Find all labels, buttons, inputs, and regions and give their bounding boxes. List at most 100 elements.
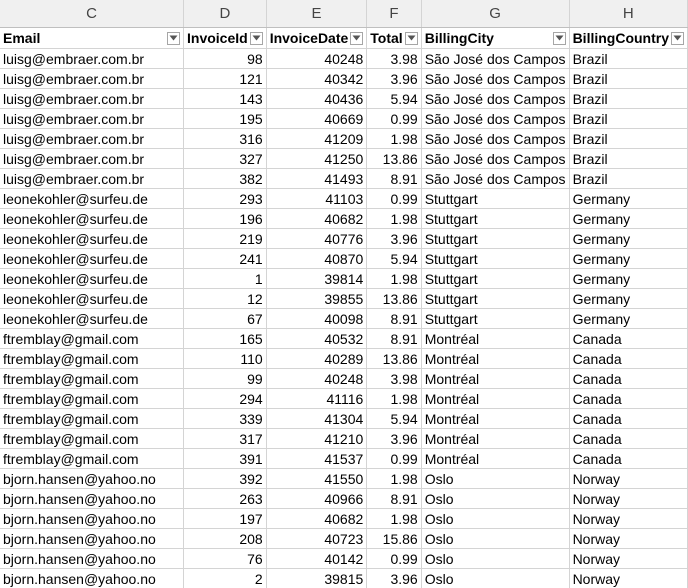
billing-country-cell[interactable]: Norway <box>569 548 688 569</box>
column-header-f[interactable]: F <box>366 0 422 28</box>
column-header-g[interactable]: G <box>421 0 570 28</box>
email-cell[interactable]: ftremblay@gmail.com <box>0 448 185 469</box>
email-cell[interactable]: leonekohler@surfeu.de <box>0 228 185 249</box>
email-cell[interactable]: bjorn.hansen@yahoo.no <box>0 568 185 588</box>
invoice-date-cell[interactable]: 39815 <box>266 568 368 588</box>
total-cell[interactable]: 3.98 <box>366 368 422 389</box>
email-cell[interactable]: luisg@embraer.com.br <box>0 168 185 189</box>
total-cell[interactable]: 1.98 <box>366 268 422 289</box>
filter-dropdown-icon[interactable] <box>167 31 181 45</box>
email-cell[interactable]: ftremblay@gmail.com <box>0 348 185 369</box>
billing-country-cell[interactable]: Germany <box>569 268 688 289</box>
invoice-id-cell[interactable]: 98 <box>183 48 267 69</box>
billing-country-cell[interactable]: Canada <box>569 408 688 429</box>
total-cell[interactable]: 1.98 <box>366 128 422 149</box>
total-cell[interactable]: 8.91 <box>366 168 422 189</box>
email-cell[interactable]: leonekohler@surfeu.de <box>0 188 185 209</box>
billing-country-cell[interactable]: Canada <box>569 428 688 449</box>
billing-country-cell[interactable]: Brazil <box>569 88 688 109</box>
billing-country-cell[interactable]: Canada <box>569 328 688 349</box>
email-cell[interactable]: ftremblay@gmail.com <box>0 408 185 429</box>
billing-city-cell[interactable]: São José dos Campos <box>421 128 570 149</box>
invoice-id-cell[interactable]: 293 <box>183 188 267 209</box>
email-cell[interactable]: luisg@embraer.com.br <box>0 128 185 149</box>
invoice-date-cell[interactable]: 41116 <box>266 388 368 409</box>
invoice-date-cell[interactable]: 41304 <box>266 408 368 429</box>
total-cell[interactable]: 1.98 <box>366 388 422 409</box>
email-cell[interactable]: luisg@embraer.com.br <box>0 68 185 89</box>
billing-country-cell[interactable]: Canada <box>569 388 688 409</box>
invoice-id-cell[interactable]: 327 <box>183 148 267 169</box>
invoice-date-cell[interactable]: 39814 <box>266 268 368 289</box>
invoice-date-cell[interactable]: 40966 <box>266 488 368 509</box>
invoice-date-cell[interactable]: 40248 <box>266 48 368 69</box>
invoice-id-cell[interactable]: 263 <box>183 488 267 509</box>
email-cell[interactable]: bjorn.hansen@yahoo.no <box>0 528 185 549</box>
invoice-date-cell[interactable]: 40870 <box>266 248 368 269</box>
total-cell[interactable]: 3.96 <box>366 428 422 449</box>
invoice-date-cell[interactable]: 41209 <box>266 128 368 149</box>
billing-city-cell[interactable]: Oslo <box>421 508 570 529</box>
billing-city-cell[interactable]: Montréal <box>421 408 570 429</box>
billing-country-cell[interactable]: Norway <box>569 508 688 529</box>
total-cell[interactable]: 3.96 <box>366 568 422 588</box>
total-cell[interactable]: 3.96 <box>366 68 422 89</box>
invoice-date-cell[interactable]: 40532 <box>266 328 368 349</box>
invoice-id-cell[interactable]: 165 <box>183 328 267 349</box>
email-cell[interactable]: luisg@embraer.com.br <box>0 148 185 169</box>
invoice-date-cell[interactable]: 41103 <box>266 188 368 209</box>
email-cell[interactable]: ftremblay@gmail.com <box>0 388 185 409</box>
billing-city-cell[interactable]: Stuttgart <box>421 208 570 229</box>
email-cell[interactable]: ftremblay@gmail.com <box>0 428 185 449</box>
total-cell[interactable]: 13.86 <box>366 288 422 309</box>
invoice-date-cell[interactable]: 40142 <box>266 548 368 569</box>
invoice-id-cell[interactable]: 76 <box>183 548 267 569</box>
field-header-billingcity[interactable]: BillingCity <box>421 27 570 49</box>
invoice-id-cell[interactable]: 294 <box>183 388 267 409</box>
invoice-date-cell[interactable]: 40436 <box>266 88 368 109</box>
invoice-date-cell[interactable]: 41537 <box>266 448 368 469</box>
billing-country-cell[interactable]: Brazil <box>569 148 688 169</box>
total-cell[interactable]: 8.91 <box>366 308 422 329</box>
total-cell[interactable]: 1.98 <box>366 468 422 489</box>
total-cell[interactable]: 5.94 <box>366 248 422 269</box>
billing-city-cell[interactable]: Stuttgart <box>421 188 570 209</box>
invoice-id-cell[interactable]: 12 <box>183 288 267 309</box>
billing-city-cell[interactable]: Montréal <box>421 428 570 449</box>
invoice-id-cell[interactable]: 208 <box>183 528 267 549</box>
total-cell[interactable]: 3.96 <box>366 228 422 249</box>
billing-country-cell[interactable]: Germany <box>569 308 688 329</box>
billing-country-cell[interactable]: Canada <box>569 448 688 469</box>
billing-city-cell[interactable]: São José dos Campos <box>421 88 570 109</box>
invoice-id-cell[interactable]: 143 <box>183 88 267 109</box>
total-cell[interactable]: 8.91 <box>366 328 422 349</box>
invoice-date-cell[interactable]: 40289 <box>266 348 368 369</box>
invoice-date-cell[interactable]: 39855 <box>266 288 368 309</box>
email-cell[interactable]: luisg@embraer.com.br <box>0 48 185 69</box>
billing-country-cell[interactable]: Canada <box>569 368 688 389</box>
invoice-date-cell[interactable]: 41250 <box>266 148 368 169</box>
billing-city-cell[interactable]: Oslo <box>421 488 570 509</box>
invoice-id-cell[interactable]: 339 <box>183 408 267 429</box>
column-header-c[interactable]: C <box>0 0 185 28</box>
email-cell[interactable]: leonekohler@surfeu.de <box>0 248 185 269</box>
email-cell[interactable]: luisg@embraer.com.br <box>0 108 185 129</box>
filter-dropdown-icon[interactable] <box>552 31 566 45</box>
invoice-date-cell[interactable]: 40682 <box>266 508 368 529</box>
total-cell[interactable]: 1.98 <box>366 208 422 229</box>
invoice-id-cell[interactable]: 195 <box>183 108 267 129</box>
invoice-id-cell[interactable]: 2 <box>183 568 267 588</box>
field-header-total[interactable]: Total <box>366 27 422 49</box>
total-cell[interactable]: 8.91 <box>366 488 422 509</box>
email-cell[interactable]: bjorn.hansen@yahoo.no <box>0 548 185 569</box>
billing-city-cell[interactable]: São José dos Campos <box>421 148 570 169</box>
filter-dropdown-icon[interactable] <box>350 31 364 45</box>
invoice-date-cell[interactable]: 40098 <box>266 308 368 329</box>
billing-city-cell[interactable]: São José dos Campos <box>421 68 570 89</box>
total-cell[interactable]: 5.94 <box>366 408 422 429</box>
total-cell[interactable]: 0.99 <box>366 188 422 209</box>
invoice-date-cell[interactable]: 40723 <box>266 528 368 549</box>
email-cell[interactable]: bjorn.hansen@yahoo.no <box>0 508 185 529</box>
invoice-id-cell[interactable]: 197 <box>183 508 267 529</box>
email-cell[interactable]: leonekohler@surfeu.de <box>0 208 185 229</box>
